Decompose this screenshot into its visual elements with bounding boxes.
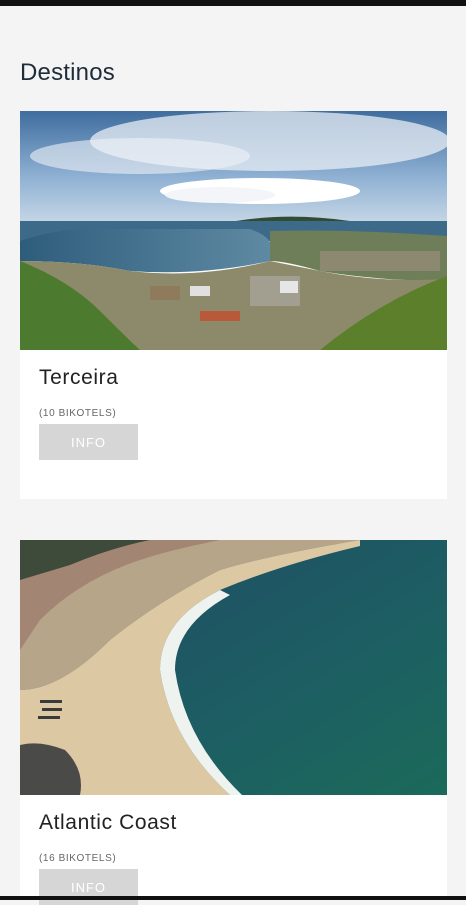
page-title: Destinos bbox=[20, 59, 115, 86]
destination-name: Atlantic Coast bbox=[39, 811, 177, 834]
destination-card-atlantic-coast[interactable]: Atlantic Coast (16 BIKOTELS) INFO bbox=[20, 540, 447, 905]
destination-card-terceira[interactable]: Terceira (10 BIKOTELS) INFO bbox=[20, 111, 447, 499]
destination-photo-terceira bbox=[20, 111, 447, 350]
destination-photo-atlantic-coast bbox=[20, 540, 447, 795]
status-bar bbox=[0, 0, 466, 6]
bikotel-count: (10 BIKOTELS) bbox=[39, 408, 117, 419]
destination-name: Terceira bbox=[39, 366, 119, 389]
bikotel-count: (16 BIKOTELS) bbox=[39, 853, 117, 864]
bottom-edge bbox=[0, 896, 466, 900]
info-button[interactable]: INFO bbox=[39, 424, 138, 460]
